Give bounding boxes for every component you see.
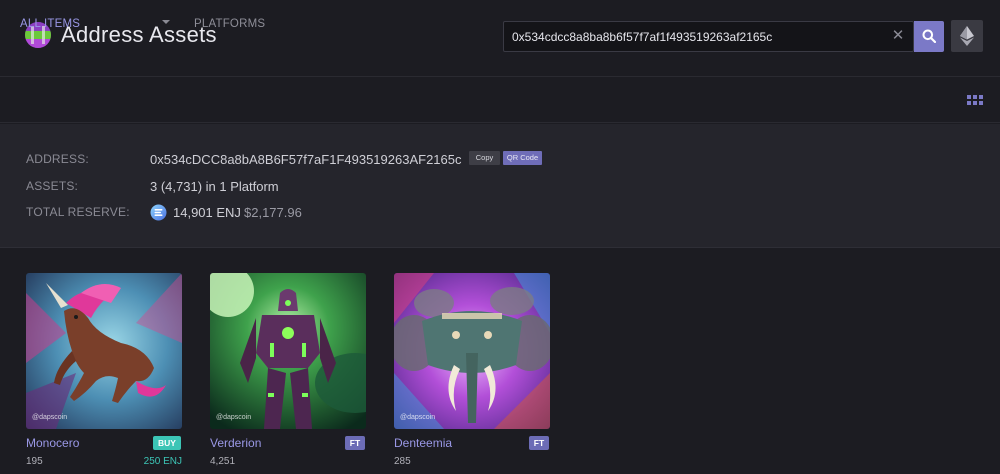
search-input[interactable] (504, 22, 884, 51)
asset-count: 285 (394, 456, 411, 467)
qr-code-button[interactable]: QR Code (503, 151, 542, 165)
asset-image-verderion[interactable]: @dapscoin (210, 273, 366, 429)
enj-token-icon (150, 204, 167, 221)
search-icon (922, 29, 936, 43)
network-selector-button[interactable] (951, 20, 983, 52)
asset-name-link[interactable]: Verderion (210, 436, 261, 450)
nav-bar (0, 78, 1000, 123)
total-reserve-usd: $2,177.96 (244, 205, 302, 220)
image-watermark: @dapscoin (400, 414, 436, 421)
address-value: 0x534cDCC8a8bA8B6F57f7aF1F493519263AF216… (150, 152, 462, 167)
image-watermark: @dapscoin (216, 414, 252, 421)
search-field[interactable]: ✕ (503, 21, 914, 52)
chevron-down-icon[interactable] (162, 20, 170, 24)
grid-view-icon[interactable] (967, 95, 983, 106)
asset-price: 250 ENJ (143, 456, 182, 467)
total-reserve-enj: 14,901 ENJ (173, 205, 241, 220)
search-button[interactable] (914, 21, 944, 52)
asset-name-link[interactable]: Denteemia (394, 436, 452, 450)
copy-button[interactable]: Copy (469, 151, 500, 165)
assets-value: 3 (4,731) in 1 Platform (150, 179, 279, 194)
asset-name-link[interactable]: Monocero (26, 436, 79, 450)
close-icon[interactable]: ✕ (891, 28, 905, 44)
image-watermark: @dapscoin (32, 414, 68, 421)
asset-image-monocero[interactable]: @dapscoin (26, 273, 182, 429)
ethereum-icon (960, 26, 974, 46)
tab-platforms[interactable]: PLATFORMS (194, 18, 265, 30)
asset-image-denteemia[interactable]: @dapscoin (394, 273, 550, 429)
tab-all-items[interactable]: ALL ITEMS (20, 18, 80, 30)
assets-label: ASSETS: (26, 179, 79, 193)
buy-badge[interactable]: BUY (153, 436, 181, 450)
address-label: ADDRESS: (26, 152, 89, 166)
asset-count: 195 (26, 456, 43, 467)
ft-badge: FT (345, 436, 365, 450)
ft-badge: FT (529, 436, 549, 450)
asset-count: 4,251 (210, 456, 236, 467)
total-reserve-label: TOTAL RESERVE: (26, 205, 130, 219)
